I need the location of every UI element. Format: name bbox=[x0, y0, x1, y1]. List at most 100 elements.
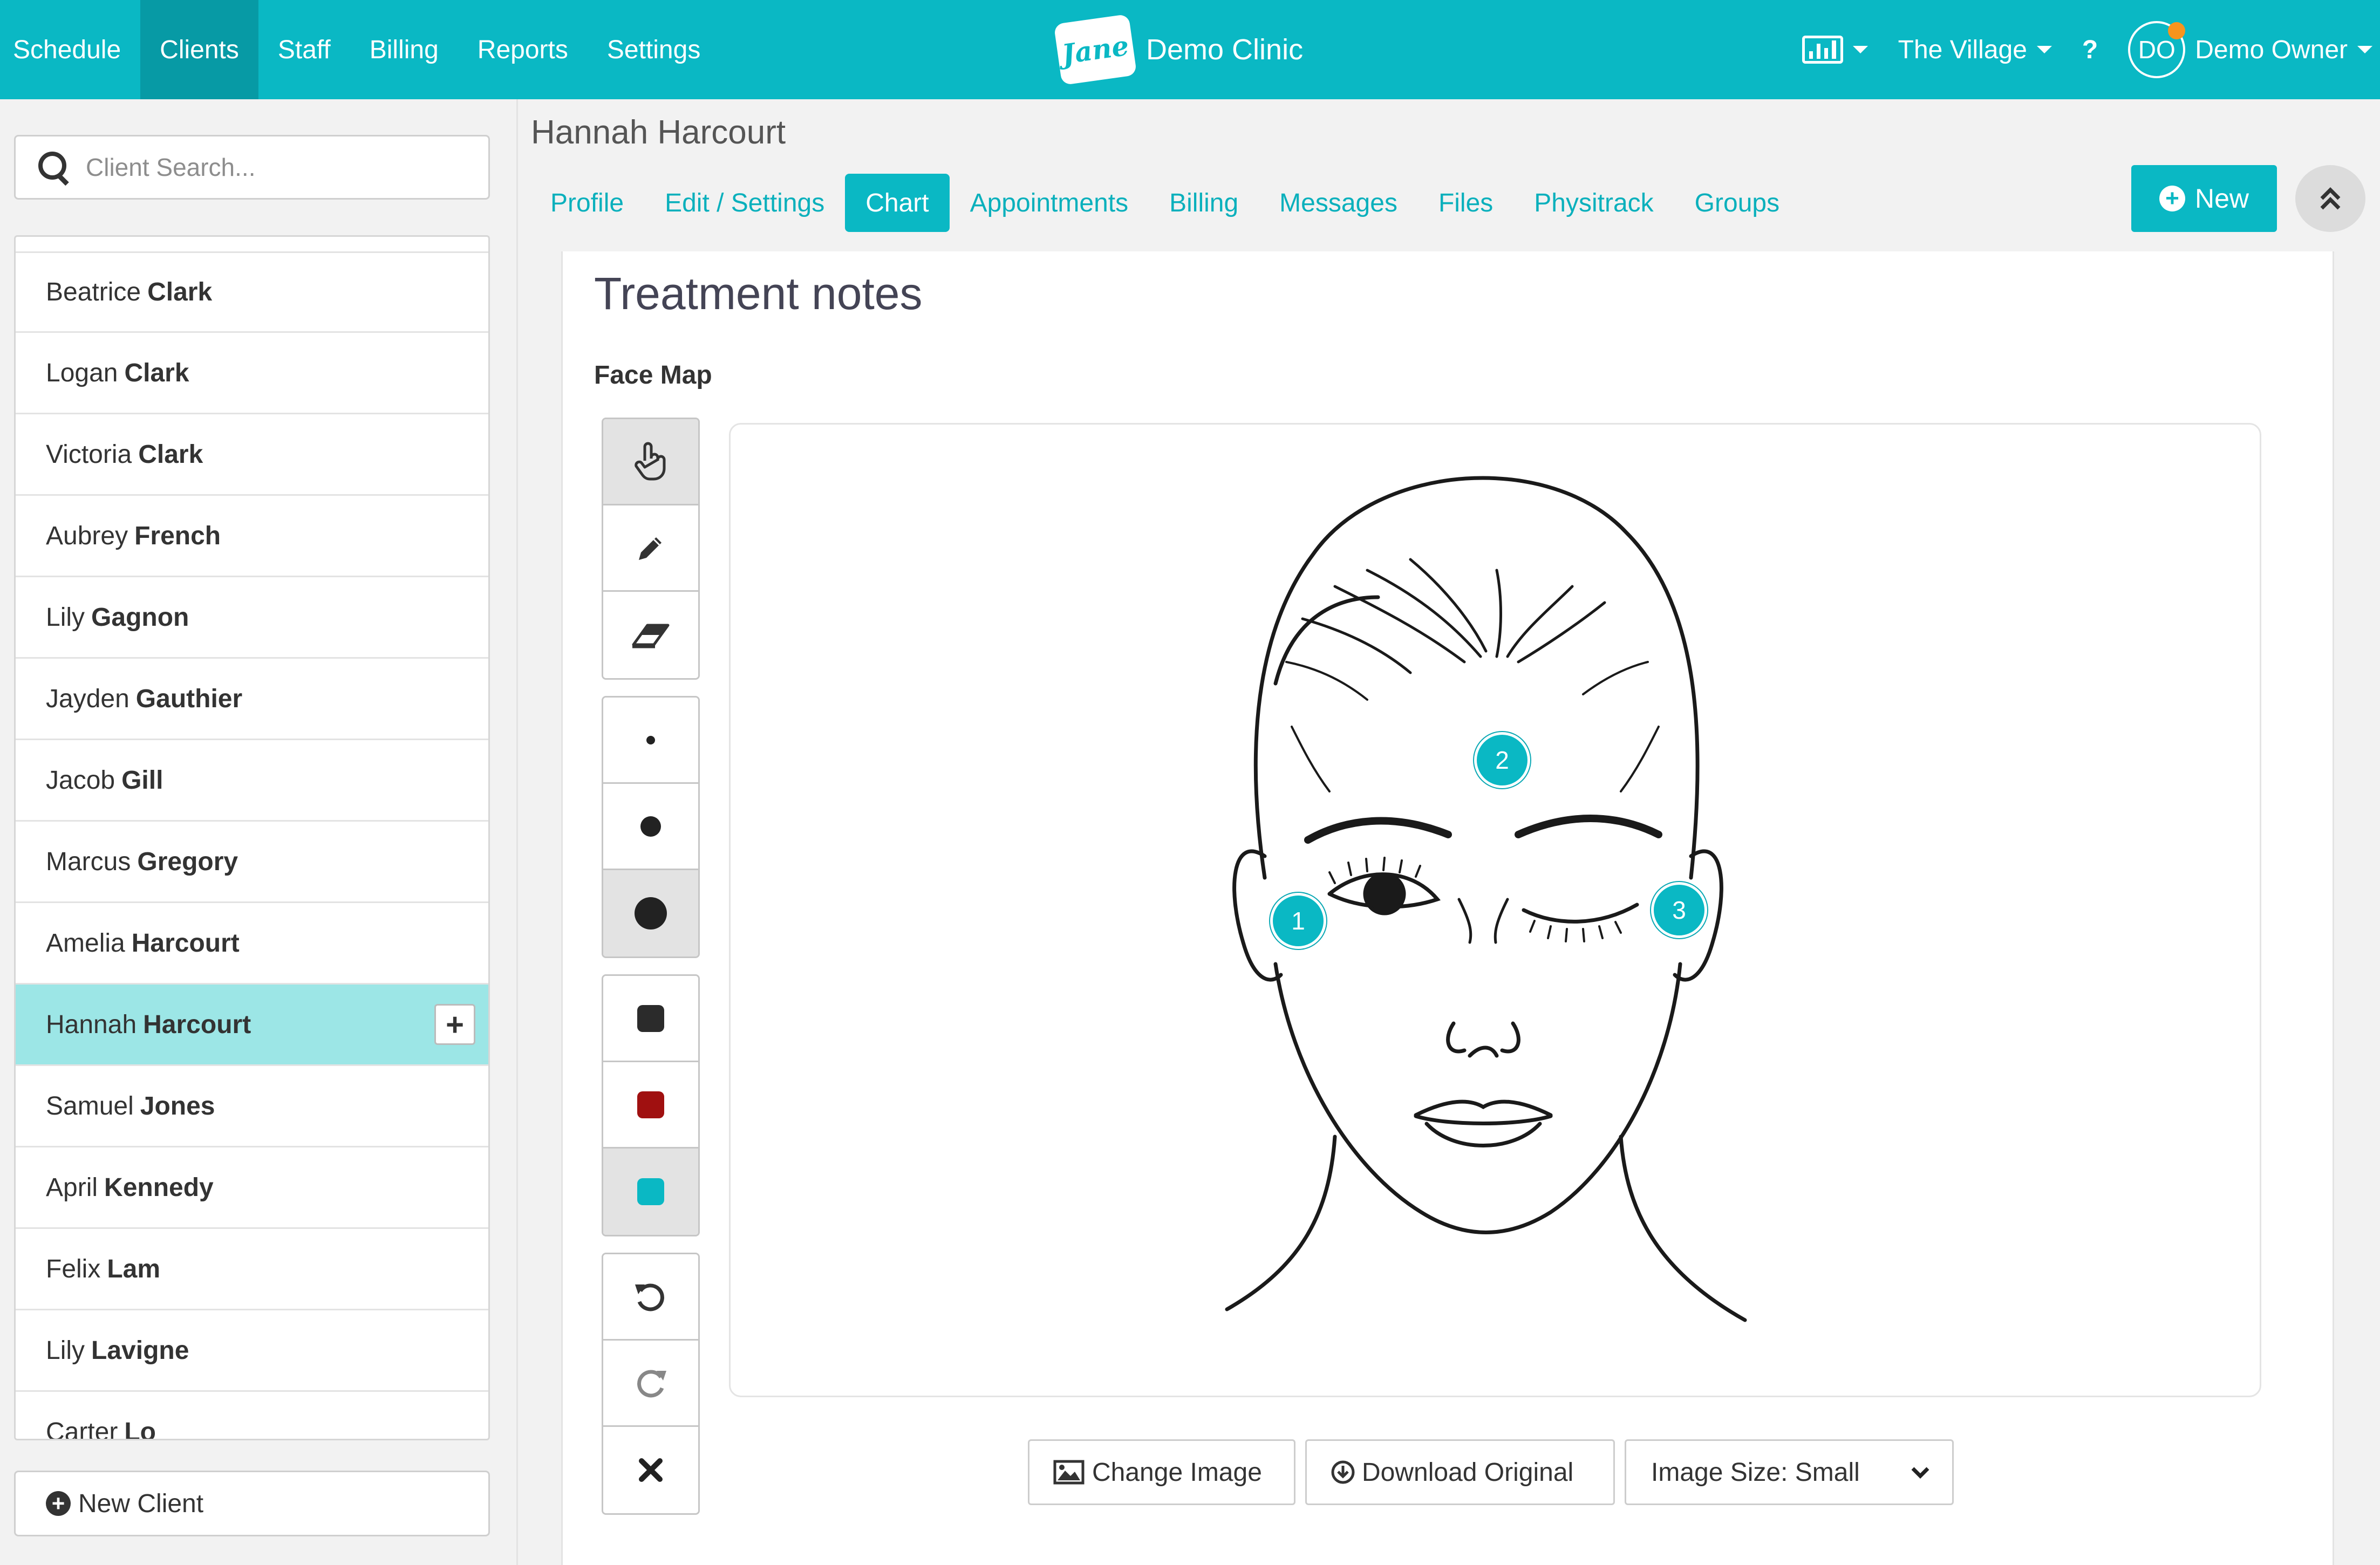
new-button-label: New bbox=[2194, 183, 2249, 214]
tab-messages[interactable]: Messages bbox=[1259, 174, 1418, 232]
double-chevron-up-icon bbox=[2320, 187, 2341, 210]
change-image-button[interactable]: Change Image bbox=[1028, 1439, 1295, 1505]
face-map-canvas[interactable]: 1 2 3 bbox=[729, 423, 2261, 1397]
brush-size-group bbox=[602, 696, 700, 958]
client-list-item[interactable]: Felix Lam bbox=[16, 1229, 488, 1310]
face-map-label: Face Map bbox=[594, 361, 712, 389]
pencil-icon bbox=[639, 537, 662, 560]
client-list-item[interactable]: Amelia Harcourt bbox=[16, 903, 488, 985]
client-list-item[interactable]: Lily Lavigne bbox=[16, 1310, 488, 1392]
eraser-icon bbox=[632, 624, 670, 648]
nav-staff[interactable]: Staff bbox=[258, 0, 350, 99]
tab-billing[interactable]: Billing bbox=[1149, 174, 1259, 232]
eraser-tool-button[interactable] bbox=[603, 592, 698, 678]
caret-down-icon bbox=[2036, 46, 2052, 53]
tab-chart[interactable]: Chart bbox=[845, 174, 950, 232]
download-circle-icon bbox=[1331, 1460, 1355, 1484]
card-title: Treatment notes bbox=[594, 268, 923, 319]
change-image-label: Change Image bbox=[1092, 1458, 1262, 1487]
pencil-tool-button[interactable] bbox=[603, 505, 698, 592]
bar-chart-icon bbox=[1802, 36, 1843, 64]
stats-dropdown[interactable] bbox=[1802, 36, 1868, 64]
main-nav: Schedule Clients Staff Billing Reports S… bbox=[0, 0, 720, 99]
brush-size-small-button[interactable] bbox=[603, 698, 698, 784]
chevron-down-icon bbox=[1911, 1467, 1929, 1479]
client-list-item-selected[interactable]: Hannah Harcourt + bbox=[16, 985, 488, 1066]
dot-medium-icon bbox=[640, 816, 661, 837]
undo-icon bbox=[635, 1283, 664, 1311]
client-list-item[interactable]: Logan Clark bbox=[16, 333, 488, 414]
new-button[interactable]: + New bbox=[2131, 165, 2277, 232]
tab-edit-settings[interactable]: Edit / Settings bbox=[644, 174, 845, 232]
client-search-input[interactable] bbox=[85, 152, 465, 182]
download-original-button[interactable]: Download Original bbox=[1305, 1439, 1615, 1505]
avatar-initials: DO bbox=[2138, 36, 2176, 64]
tool-group bbox=[602, 418, 700, 680]
tab-files[interactable]: Files bbox=[1418, 174, 1513, 232]
clear-button[interactable] bbox=[603, 1427, 698, 1513]
user-menu[interactable]: DO Demo Owner bbox=[2128, 21, 2372, 78]
notification-dot bbox=[2168, 22, 2186, 39]
client-list-item[interactable]: Jacob Gill bbox=[16, 740, 488, 822]
location-label: The Village bbox=[1898, 35, 2027, 64]
face-illustration bbox=[1225, 476, 1747, 1322]
location-dropdown[interactable]: The Village bbox=[1898, 35, 2052, 65]
tab-physitrack[interactable]: Physitrack bbox=[1513, 174, 1674, 232]
nav-settings[interactable]: Settings bbox=[588, 0, 720, 99]
tab-groups[interactable]: Groups bbox=[1674, 174, 1800, 232]
pointer-tool-button[interactable] bbox=[603, 419, 698, 505]
face-marker-1[interactable]: 1 bbox=[1270, 893, 1326, 949]
nav-billing[interactable]: Billing bbox=[350, 0, 458, 99]
top-navbar: Schedule Clients Staff Billing Reports S… bbox=[0, 0, 2380, 99]
client-list-item[interactable]: Jayden Gauthier bbox=[16, 659, 488, 740]
brush-size-medium-button[interactable] bbox=[603, 784, 698, 870]
client-list[interactable]: Beatrice Clark Logan Clark Victoria Clark A… bbox=[14, 235, 490, 1440]
tab-appointments[interactable]: Appointments bbox=[950, 174, 1149, 232]
redo-button[interactable] bbox=[603, 1341, 698, 1427]
caret-down-icon bbox=[1852, 46, 1868, 53]
color-swatch-teal bbox=[637, 1178, 664, 1205]
client-list-item[interactable]: Victoria Clark bbox=[16, 414, 488, 496]
client-list-item[interactable]: Lily Gagnon bbox=[16, 577, 488, 659]
add-to-client-button[interactable]: + bbox=[434, 1004, 475, 1045]
clinic-name: Demo Clinic bbox=[1146, 33, 1304, 66]
face-marker-2[interactable]: 2 bbox=[1474, 732, 1530, 788]
nav-schedule[interactable]: Schedule bbox=[0, 0, 140, 99]
collapse-header-button[interactable] bbox=[2295, 165, 2365, 232]
client-list-item[interactable]: April Kennedy bbox=[16, 1147, 488, 1229]
nav-clients[interactable]: Clients bbox=[140, 0, 258, 99]
plus-circle-icon: + bbox=[2159, 186, 2185, 211]
client-search-box bbox=[14, 135, 490, 200]
client-list-item[interactable]: Beatrice Clark bbox=[16, 251, 488, 333]
help-button[interactable]: ? bbox=[2082, 35, 2098, 65]
client-list-item[interactable]: Marcus Gregory bbox=[16, 822, 488, 903]
right-nav: The Village ? DO Demo Owner bbox=[1802, 0, 2380, 99]
new-client-button[interactable]: + New Client bbox=[14, 1471, 490, 1536]
color-red-button[interactable] bbox=[603, 1062, 698, 1149]
client-list-item[interactable]: Samuel Jones bbox=[16, 1066, 488, 1147]
client-tabs: Profile Edit / Settings Chart Appointmen… bbox=[531, 174, 1800, 232]
image-icon bbox=[1053, 1460, 1085, 1485]
color-teal-button[interactable] bbox=[603, 1149, 698, 1235]
search-icon bbox=[35, 148, 73, 186]
nav-reports[interactable]: Reports bbox=[458, 0, 588, 99]
treatment-notes-card: Treatment notes Face Map 1 2 3 Change Im… bbox=[561, 251, 2334, 1565]
color-swatch-black bbox=[637, 1004, 664, 1032]
clear-icon bbox=[639, 1458, 663, 1482]
caret-down-icon bbox=[2357, 46, 2372, 53]
dot-large-icon bbox=[635, 897, 667, 930]
undo-button[interactable] bbox=[603, 1254, 698, 1341]
client-list-item[interactable]: Carter Lo bbox=[16, 1392, 488, 1439]
brush-size-large-button[interactable] bbox=[603, 870, 698, 956]
tab-profile[interactable]: Profile bbox=[531, 174, 644, 232]
history-group bbox=[602, 1253, 700, 1515]
brand[interactable]: Jane Demo Clinic bbox=[1053, 0, 1304, 99]
face-marker-3[interactable]: 3 bbox=[1651, 882, 1707, 938]
pointer-icon bbox=[635, 442, 666, 480]
client-list-item[interactable]: Aubrey French bbox=[16, 496, 488, 577]
color-black-button[interactable] bbox=[603, 976, 698, 1062]
user-name: Demo Owner bbox=[2195, 35, 2348, 64]
drawing-toolbar bbox=[602, 418, 700, 1531]
image-size-select[interactable]: Image Size: Small bbox=[1625, 1439, 1954, 1505]
help-icon: ? bbox=[2082, 35, 2098, 64]
